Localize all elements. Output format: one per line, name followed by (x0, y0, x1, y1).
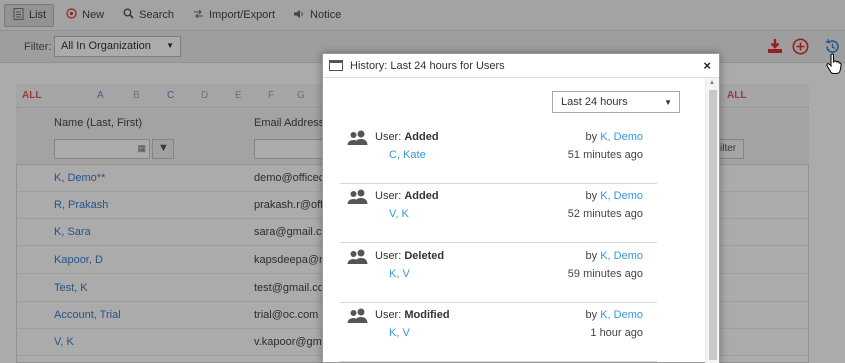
entry-author: by K, Demo (586, 190, 643, 202)
users-icon (346, 249, 370, 265)
entry-action: Modified (404, 309, 450, 321)
entry-author: by K, Demo (586, 309, 643, 321)
entry-by-prefix: by (585, 309, 598, 321)
history-entry: User: Deleted K, V by K, Demo 59 minutes… (340, 244, 657, 303)
entry-prefix: User: (375, 250, 402, 262)
entry-by-prefix: by (585, 190, 598, 202)
history-dialog: History: Last 24 hours for Users × Last … (322, 53, 720, 363)
entry-author-link[interactable]: K, Demo (600, 250, 643, 262)
entry-summary: User: Deleted (375, 250, 444, 262)
entry-time: 1 hour ago (590, 327, 643, 339)
users-icon (346, 308, 370, 324)
entry-by-prefix: by (585, 250, 598, 262)
scrollbar-thumb[interactable] (709, 90, 717, 360)
dialog-title-bar: History: Last 24 hours for Users × (323, 54, 719, 78)
time-range-value: Last 24 hours (561, 96, 628, 108)
entry-subject-link[interactable]: C, Kate (389, 149, 426, 161)
entry-prefix: User: (375, 309, 402, 321)
entry-time: 59 minutes ago (567, 268, 643, 280)
window-icon (329, 60, 343, 71)
history-entry: User: Added C, Kate by K, Demo 51 minute… (340, 125, 657, 184)
dialog-scrollbar[interactable]: ▲ (705, 78, 719, 363)
entry-author: by K, Demo (586, 131, 643, 143)
entry-action: Added (404, 190, 439, 202)
entry-time: 52 minutes ago (567, 208, 643, 220)
entry-time: 51 minutes ago (567, 149, 643, 161)
entry-prefix: User: (375, 131, 402, 143)
entry-by-prefix: by (585, 131, 598, 143)
scroll-up-icon[interactable]: ▲ (709, 80, 715, 86)
chevron-down-icon: ▼ (664, 98, 672, 107)
entry-author-link[interactable]: K, Demo (600, 131, 643, 143)
users-icon (346, 130, 370, 146)
entry-author-link[interactable]: K, Demo (600, 190, 643, 202)
entry-subject-link[interactable]: K, V (389, 327, 410, 339)
close-icon[interactable]: × (703, 58, 711, 73)
entry-author-link[interactable]: K, Demo (600, 309, 643, 321)
history-entry: User: Added V, K by K, Demo 52 minutes a… (340, 184, 657, 243)
history-entry: User: Modified K, V by K, Demo 1 hour ag… (340, 303, 657, 362)
entry-prefix: User: (375, 190, 402, 202)
entry-summary: User: Modified (375, 309, 450, 321)
dialog-title: History: Last 24 hours for Users (350, 60, 505, 72)
users-icon (346, 189, 370, 205)
time-range-select[interactable]: Last 24 hours ▼ (552, 91, 680, 113)
entry-action: Deleted (404, 250, 445, 262)
entry-summary: User: Added (375, 131, 439, 143)
entry-subject-link[interactable]: K, V (389, 268, 410, 280)
entry-summary: User: Added (375, 190, 439, 202)
entry-action: Added (404, 131, 439, 143)
entry-subject-link[interactable]: V, K (389, 208, 409, 220)
entry-author: by K, Demo (586, 250, 643, 262)
hand-cursor-icon (826, 53, 842, 78)
